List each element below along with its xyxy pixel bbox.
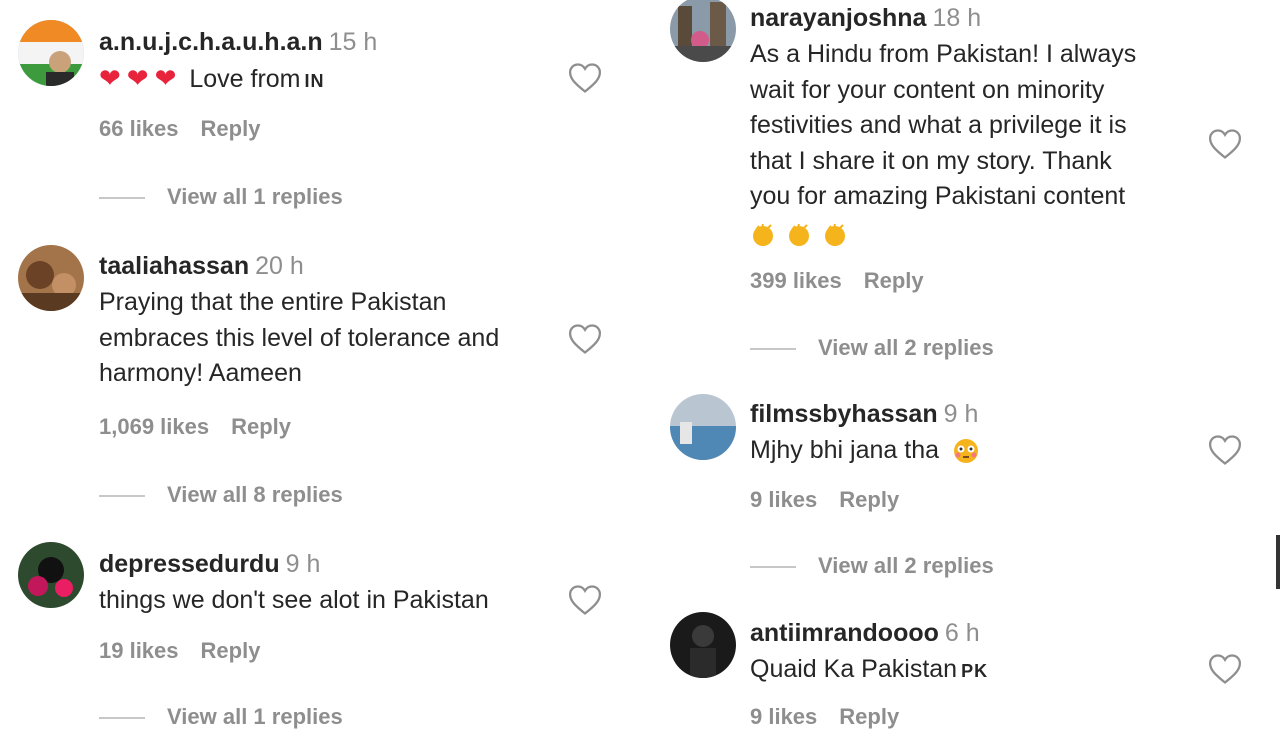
comment-text-content: Quaid Ka Pakistan [750,655,958,683]
avatar[interactable] [18,542,84,608]
comment-meta: 19 likes Reply [99,638,260,664]
comment-meta: 1,069 likes Reply [99,414,291,440]
timestamp: 18 h [932,4,982,32]
clapping-hands-emoji-icon [753,223,773,246]
comment-text: Mjhy bhi jana tha [750,433,1180,469]
view-replies-button[interactable]: View all 1 replies [99,184,343,210]
comment-line: that I share it on my story. Thank [750,146,1112,175]
comment-line: festivities and what a privilege it is [750,111,1127,139]
reply-button[interactable]: Reply [201,638,261,663]
divider-line [750,566,796,568]
likes-count[interactable]: 19 likes [99,638,179,663]
avatar[interactable] [18,245,84,311]
comment-meta: 9 likes Reply [750,704,899,730]
avatar[interactable] [670,394,736,460]
view-replies-label: View all 1 replies [167,184,343,209]
comment-line: embraces this level of tolerance and [99,323,500,352]
view-replies-button[interactable]: View all 2 replies [750,335,994,361]
comment-body: antiimrandoooo 6 h Quaid Ka Pakistan PK [750,617,1180,690]
heart-outline-icon[interactable] [568,62,602,94]
red-heart-emoji-icon: ❤ [154,63,177,93]
avatar[interactable] [670,0,736,62]
timestamp: 15 h [328,28,378,56]
comment-meta: 9 likes Reply [750,487,899,513]
flushed-face-emoji-icon [953,439,978,464]
comment-line: As a Hindu from Pakistan! I always [750,40,1137,68]
comment-text: As a Hindu from Pakistan! I always wait … [750,37,1180,252]
likes-count[interactable]: 66 likes [99,116,179,141]
comment-text: Quaid Ka Pakistan PK [750,652,1180,690]
comment-line: wait for your content on minority [750,75,1105,104]
username[interactable]: taaliahassan [99,252,249,280]
reply-button[interactable]: Reply [839,704,899,729]
emoji-row [750,217,1180,253]
comment-body: taaliahassan 20 h Praying that the entire… [99,250,559,392]
username[interactable]: narayanjoshna [750,4,926,32]
view-replies-label: View all 2 replies [818,553,994,578]
divider-line [99,197,145,199]
likes-count[interactable]: 399 likes [750,268,842,293]
view-replies-label: View all 2 replies [818,335,994,360]
comment-line: harmony! Aameen [99,359,302,387]
heart-outline-icon[interactable] [1208,128,1242,160]
reply-button[interactable]: Reply [231,414,291,439]
scrollbar-thumb[interactable] [1276,535,1280,589]
timestamp: 9 h [943,400,979,428]
avatar[interactable] [670,612,736,678]
reply-button[interactable]: Reply [864,268,924,293]
comment-body: depressedurdu 9 h things we don't see alo… [99,548,559,619]
view-replies-label: View all 1 replies [167,704,343,729]
view-replies-button[interactable]: View all 1 replies [99,704,343,730]
likes-count[interactable]: 9 likes [750,704,817,729]
heart-outline-icon[interactable] [568,323,602,355]
view-replies-button[interactable]: View all 8 replies [99,482,343,508]
reply-button[interactable]: Reply [839,487,899,512]
flag-pakistan: PK [961,661,989,681]
comment-body: filmssbyhassan 9 h Mjhy bhi jana tha [750,398,1180,469]
comment-text-content: Love from [189,65,301,93]
avatar[interactable] [18,20,84,86]
timestamp: 6 h [944,619,980,647]
red-heart-emoji-icon: ❤ [99,63,121,93]
view-replies-button[interactable]: View all 2 replies [750,553,994,579]
likes-count[interactable]: 1,069 likes [99,414,209,439]
likes-count[interactable]: 9 likes [750,487,817,512]
comment-meta: 399 likes Reply [750,268,924,294]
comment-line: Praying that the entire Pakistan [99,288,447,316]
comment-text: Praying that the entire Pakistan embrace… [99,285,559,392]
timestamp: 20 h [255,252,304,280]
username[interactable]: antiimrandoooo [750,619,939,647]
username[interactable]: filmssbyhassan [750,400,938,428]
comment-line: you for amazing Pakistani content [750,182,1126,210]
flag-india: IN [304,71,325,91]
heart-outline-icon[interactable] [568,584,602,616]
divider-line [99,717,145,719]
reply-button[interactable]: Reply [201,116,261,141]
username[interactable]: depressedurdu [99,550,280,578]
comment-body: a.n.u.j.c.h.a.u.h.a.n 15 h ❤ ❤ ❤ Love from I… [99,26,559,100]
comment-meta: 66 likes Reply [99,116,260,142]
divider-line [750,348,796,350]
clapping-hands-emoji-icon [825,223,845,246]
view-replies-label: View all 8 replies [167,482,343,507]
clapping-hands-emoji-icon [789,223,809,246]
red-heart-emoji-icon: ❤ [126,63,149,93]
heart-outline-icon[interactable] [1208,653,1242,685]
comment-text: things we don't see alot in Pakistan [99,586,489,614]
heart-outline-icon[interactable] [1208,434,1242,466]
username[interactable]: a.n.u.j.c.h.a.u.h.a.n [99,28,323,56]
comment-text-content: Mjhy bhi jana tha [750,436,940,464]
comment-text: ❤ ❤ ❤ Love from IN [99,61,559,100]
timestamp: 9 h [285,550,321,578]
comment-body: narayanjoshna 18 h As a Hindu from Pakist… [750,2,1180,252]
divider-line [99,495,145,497]
